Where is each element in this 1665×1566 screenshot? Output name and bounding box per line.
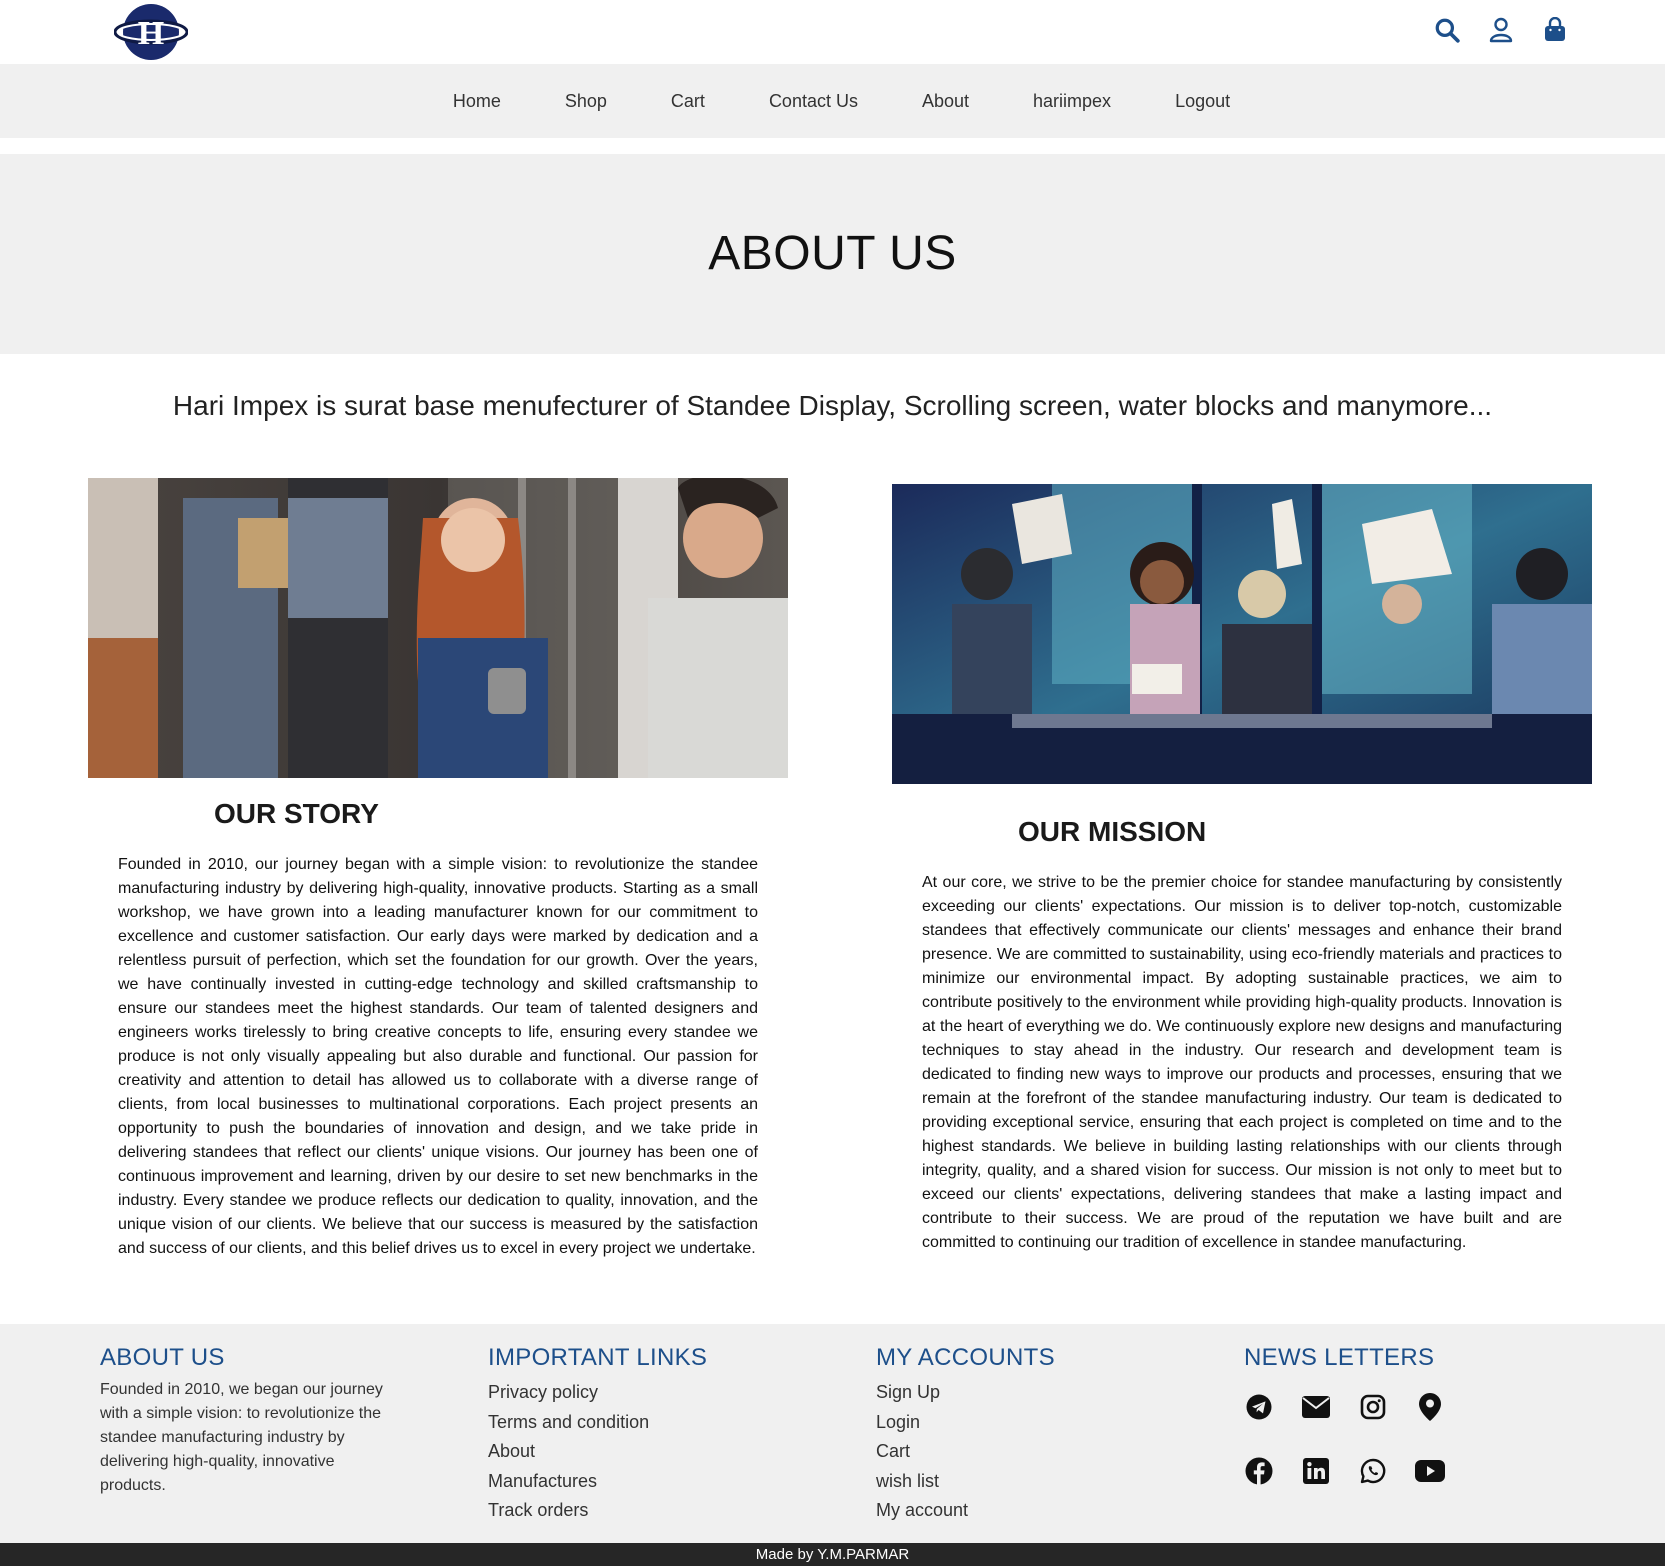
- story-text: Founded in 2010, our journey began with …: [118, 856, 758, 1257]
- link-my-account[interactable]: My account: [876, 1496, 1055, 1526]
- facebook-icon[interactable]: [1244, 1456, 1274, 1486]
- footer-accounts-title: MY ACCOUNTS: [876, 1344, 1055, 1371]
- company-tagline: Hari Impex is surat base menufecturer of…: [172, 390, 1493, 421]
- youtube-icon[interactable]: [1415, 1456, 1445, 1486]
- link-cart[interactable]: Cart: [876, 1437, 1055, 1467]
- footer-links-title: IMPORTANT LINKS: [488, 1344, 708, 1371]
- nav-about[interactable]: About: [922, 91, 969, 112]
- search-icon[interactable]: [1432, 14, 1462, 46]
- shopping-bag-icon[interactable]: [1540, 14, 1570, 46]
- story-title: OUR STORY: [214, 798, 379, 829]
- nav-shop[interactable]: Shop: [565, 91, 607, 112]
- link-manufactures[interactable]: Manufactures: [488, 1467, 707, 1497]
- footer-my-accounts: MY ACCOUNTS Sign Up Login Cart wish list…: [876, 1344, 1055, 1526]
- link-privacy-policy[interactable]: Privacy policy: [488, 1378, 707, 1408]
- link-about[interactable]: About: [488, 1437, 707, 1467]
- link-login[interactable]: Login: [876, 1408, 1055, 1438]
- footer-credit: Made by Y.M.PARMAR: [0, 1543, 1665, 1566]
- brand-logo[interactable]: H: [113, 2, 189, 62]
- story-team-photo: [88, 478, 788, 778]
- user-icon[interactable]: [1486, 14, 1516, 46]
- nav-contact-us[interactable]: Contact Us: [769, 91, 858, 112]
- whatsapp-icon[interactable]: [1358, 1456, 1388, 1486]
- top-bar: H: [0, 0, 1665, 64]
- footer-about-title: ABOUT US: [100, 1344, 225, 1371]
- envelope-icon[interactable]: [1301, 1392, 1331, 1422]
- linkedin-icon[interactable]: [1301, 1456, 1331, 1486]
- nav-cart[interactable]: Cart: [671, 91, 705, 112]
- footer-about-text: Founded in 2010, we began our journey wi…: [100, 1381, 383, 1494]
- location-pin-icon[interactable]: [1415, 1392, 1445, 1422]
- nav-home[interactable]: Home: [453, 91, 501, 112]
- mission-team-photo: [892, 484, 1592, 784]
- footer-about: ABOUT US Founded in 2010, we began our j…: [100, 1344, 390, 1498]
- link-track-orders[interactable]: Track orders: [488, 1496, 707, 1526]
- main-nav: Home Shop Cart Contact Us About hariimpe…: [0, 64, 1665, 138]
- mission-title: OUR MISSION: [1018, 816, 1207, 847]
- instagram-icon[interactable]: [1358, 1392, 1388, 1422]
- footer-news-title: NEWS LETTERS: [1244, 1344, 1435, 1371]
- mission-text: At our core, we strive to be the premier…: [922, 874, 1562, 1251]
- link-sign-up[interactable]: Sign Up: [876, 1378, 1055, 1408]
- footer-news-letters: NEWS LETTERS: [1244, 1344, 1445, 1486]
- site-footer: ABOUT US Founded in 2010, we began our j…: [0, 1324, 1665, 1543]
- link-wish-list[interactable]: wish list: [876, 1467, 1055, 1497]
- hero-banner: ABOUT US: [0, 154, 1665, 354]
- telegram-icon[interactable]: [1244, 1392, 1274, 1422]
- nav-hariimpex[interactable]: hariimpex: [1033, 91, 1111, 112]
- nav-logout[interactable]: Logout: [1175, 91, 1230, 112]
- footer-important-links: IMPORTANT LINKS Privacy policy Terms and…: [488, 1344, 707, 1526]
- logo-letter: H: [138, 15, 164, 52]
- link-terms-and-condition[interactable]: Terms and condition: [488, 1408, 707, 1438]
- page-title: ABOUT US: [708, 227, 957, 280]
